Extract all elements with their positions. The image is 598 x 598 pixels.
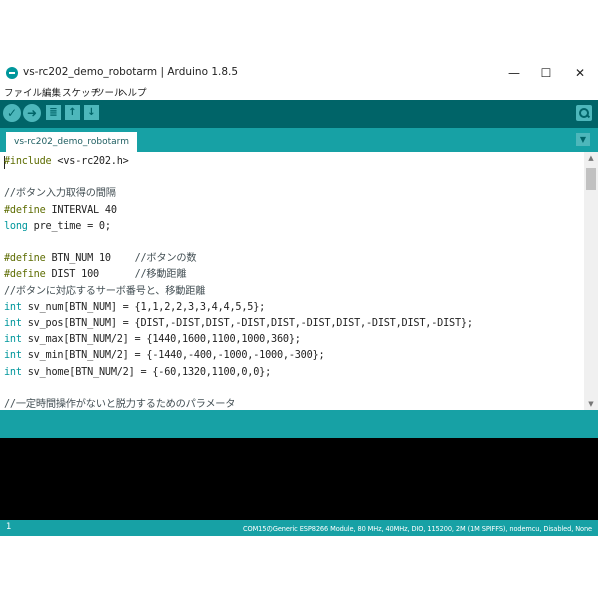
code-token: int [4,318,22,329]
code-token: DIST 100 [45,269,135,281]
tab-sketch[interactable]: vs-rc202_demo_robotarm [6,132,137,152]
code-token: int [4,366,22,378]
arrow-down-icon: ↓ [87,107,96,118]
new-sketch-button[interactable]: ≣ [46,105,61,120]
menu-bar: ファイル 編集 スケッチ ツール ヘルプ [0,84,598,100]
close-button[interactable]: ✕ [564,62,596,84]
upload-button[interactable]: ➜ [23,104,41,122]
code-token: pre_time = 0; [27,220,111,232]
code-token: //ボタンの数 [134,253,197,265]
code-token: //一定時間操作がないと脱力するためのパラメータ [4,399,236,410]
line-number: 1 [6,522,12,532]
save-sketch-button[interactable]: ↓ [84,105,99,120]
code-line: int sv_pos[BTN_NUM] = {DIST,-DIST,DIST,-… [4,316,473,331]
code-token: sv_min[BTN_NUM/2] = {-1440,-400,-1000,-1… [21,350,325,362]
code-token: long [4,220,28,232]
tab-menu-button[interactable]: ▼ [576,133,590,146]
code-token: INTERVAL 40 [45,204,117,216]
code-token: int [4,350,22,362]
code-line: //ボタン入力取得の間隔 [4,186,116,201]
minimize-button[interactable]: — [498,62,530,84]
code-token: sv_num[BTN_NUM] = {1,1,2,2,3,3,4,4,5,5}; [21,301,266,313]
arduino-ide-window: vs-rc202_demo_robotarm | Arduino 1.8.5 —… [0,62,598,536]
code-line: //ボタンに対応するサーボ番号と、移動距離 [4,284,205,299]
board-info: COM15のGeneric ESP8266 Module, 80 MHz, 40… [242,525,592,533]
code-editor[interactable]: #include <vs-rc202.h> //ボタン入力取得の間隔 #define… [0,152,598,410]
arduino-logo-icon [6,67,18,79]
code-token: //移動距離 [134,269,187,281]
menu-edit[interactable]: 編集 [42,85,61,99]
message-area [0,410,598,438]
code-line: int sv_num[BTN_NUM] = {1,1,2,2,3,3,4,4,5… [4,300,265,315]
toolbar: ✓ ➜ ≣ ↑ ↓ [0,100,598,128]
code-token: #define [4,204,46,216]
code-token: int [4,301,22,313]
menu-help[interactable]: ヘルプ [118,85,147,99]
new-file-icon: ≣ [49,107,58,118]
chevron-down-icon: ▼ [579,135,587,144]
window-title: vs-rc202_demo_robotarm | Arduino 1.8.5 [23,66,239,78]
code-line: #define DIST 100 //移動距離 [4,267,187,282]
open-sketch-button[interactable]: ↑ [65,105,80,120]
serial-monitor-button[interactable] [576,105,592,121]
code-token: <vs-rc202.h> [51,156,129,167]
code-line: int sv_home[BTN_NUM/2] = {-60,1320,1100,… [4,365,271,380]
editor-vertical-scrollbar[interactable]: ▲ ▼ [584,152,598,410]
scroll-up-icon[interactable]: ▲ [584,152,598,164]
check-icon: ✓ [6,106,18,120]
code-line: #define INTERVAL 40 [4,203,117,218]
code-token: #include [4,156,52,167]
verify-button[interactable]: ✓ [3,104,21,122]
tab-bar: vs-rc202_demo_robotarm ▼ [0,128,598,152]
code-line: int sv_max[BTN_NUM/2] = {1440,1600,1100,… [4,332,301,347]
code-line: #define BTN_NUM 10 //ボタンの数 [4,251,197,266]
menu-file[interactable]: ファイル [4,85,42,99]
code-token: #define [4,269,46,281]
code-token: #define [4,253,46,265]
code-line: int sv_min[BTN_NUM/2] = {-1440,-400,-100… [4,348,325,363]
code-token: //ボタンに対応するサーボ番号と、移動距離 [4,285,206,297]
status-bar: 1 COM15のGeneric ESP8266 Module, 80 MHz, … [0,520,598,536]
output-console[interactable] [0,438,598,520]
scroll-thumb[interactable] [586,168,596,190]
title-bar: vs-rc202_demo_robotarm | Arduino 1.8.5 —… [0,62,598,84]
code-token: BTN_NUM 10 [45,253,135,265]
code-line: long pre_time = 0; [4,219,111,234]
maximize-button[interactable]: ☐ [530,62,562,84]
code-token: sv_home[BTN_NUM/2] = {-60,1320,1100,0,0}… [21,366,272,378]
code-token: //ボタン入力取得の間隔 [4,188,116,200]
code-token: int [4,334,22,346]
scroll-down-icon[interactable]: ▼ [584,398,598,410]
arrow-up-icon: ↑ [68,107,77,118]
code-token: sv_pos[BTN_NUM] = {DIST,-DIST,DIST,-DIST… [21,318,473,329]
code-line: //一定時間操作がないと脱力するためのパラメータ [4,397,235,410]
code-line: #include <vs-rc202.h> [4,154,129,169]
code-token: sv_max[BTN_NUM/2] = {1440,1600,1100,1000… [21,334,301,346]
arrow-right-icon: ➜ [26,106,38,120]
